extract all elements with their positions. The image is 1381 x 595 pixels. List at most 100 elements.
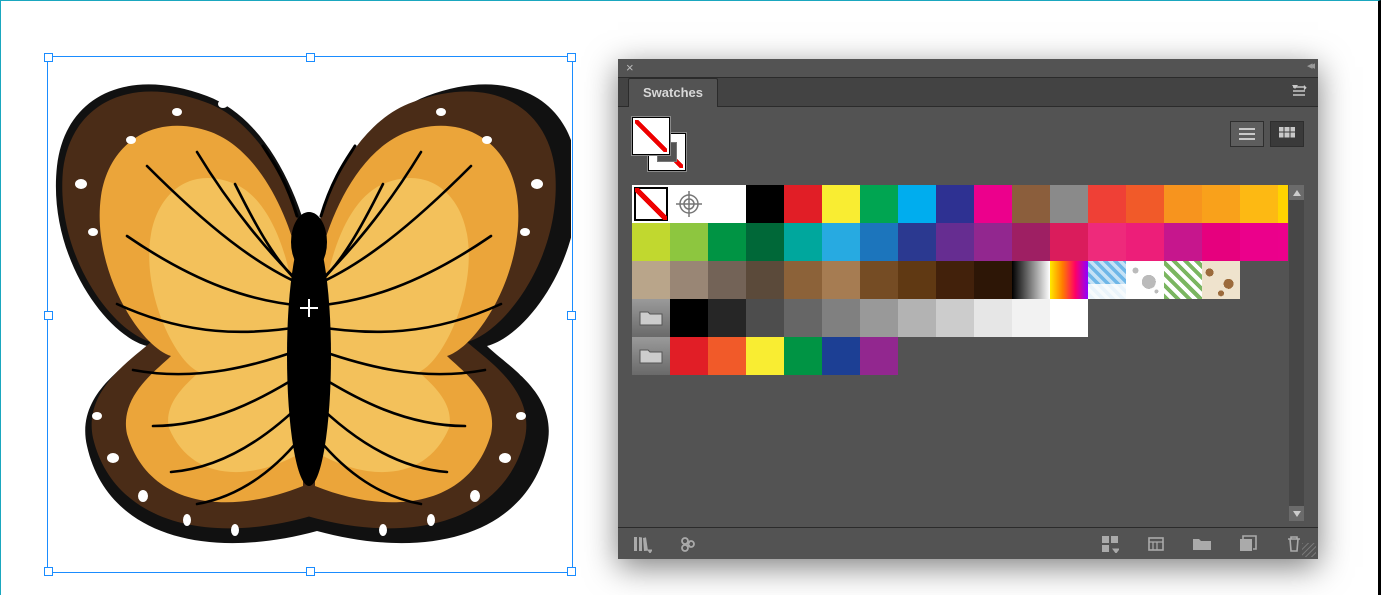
swatch[interactable] <box>860 223 898 261</box>
panel-resize-grip[interactable] <box>1302 543 1316 557</box>
swatch-none[interactable] <box>632 185 670 223</box>
swatch[interactable] <box>1202 185 1240 223</box>
swatch[interactable] <box>822 261 860 299</box>
new-swatch-icon[interactable] <box>1238 534 1258 554</box>
swatch[interactable] <box>784 185 822 223</box>
list-view-button[interactable] <box>1230 121 1264 147</box>
tab-swatches[interactable]: Swatches <box>628 78 718 107</box>
swatch[interactable] <box>1164 185 1202 223</box>
swatch[interactable] <box>822 299 860 337</box>
swatch[interactable] <box>974 299 1012 337</box>
swatch[interactable] <box>1012 223 1050 261</box>
swatch[interactable] <box>898 299 936 337</box>
swatch[interactable] <box>1012 185 1050 223</box>
swatch-libraries-menu-icon[interactable] <box>632 534 652 554</box>
swatch[interactable] <box>974 261 1012 299</box>
swatch[interactable] <box>708 337 746 375</box>
swatch[interactable] <box>632 223 670 261</box>
swatch[interactable] <box>746 337 784 375</box>
swatch[interactable] <box>974 223 1012 261</box>
swatch[interactable] <box>936 261 974 299</box>
delete-swatch-icon[interactable] <box>1284 534 1304 554</box>
swatch[interactable] <box>784 299 822 337</box>
show-swatch-kinds-icon[interactable] <box>678 534 698 554</box>
collapse-icon[interactable]: ◂◂ <box>1307 59 1312 72</box>
swatch[interactable] <box>708 299 746 337</box>
resize-handle-mr[interactable] <box>567 311 576 320</box>
swatch[interactable] <box>822 337 860 375</box>
swatch[interactable] <box>784 337 822 375</box>
resize-handle-ml[interactable] <box>44 311 53 320</box>
resize-handle-tm[interactable] <box>306 53 315 62</box>
swatch[interactable] <box>746 299 784 337</box>
swatch[interactable] <box>784 261 822 299</box>
swatch[interactable] <box>1202 223 1240 261</box>
swatch-group-folder[interactable] <box>632 299 670 337</box>
swatch[interactable] <box>1050 185 1088 223</box>
swatch-registration[interactable] <box>670 185 708 223</box>
swatch[interactable] <box>1240 185 1278 223</box>
swatch[interactable] <box>974 185 1012 223</box>
swatch[interactable] <box>1278 223 1288 261</box>
swatch[interactable] <box>670 261 708 299</box>
swatch[interactable] <box>670 223 708 261</box>
swatch-pattern-dots[interactable] <box>1126 261 1164 299</box>
swatch[interactable] <box>1126 185 1164 223</box>
swatch[interactable] <box>1278 185 1288 223</box>
scrollbar[interactable] <box>1289 185 1304 521</box>
swatch[interactable] <box>746 223 784 261</box>
swatch[interactable] <box>936 223 974 261</box>
swatch[interactable] <box>708 185 746 223</box>
panel-menu-icon[interactable] <box>1292 84 1310 101</box>
fill-stroke-indicator[interactable] <box>632 117 686 171</box>
swatch[interactable] <box>1050 223 1088 261</box>
swatch[interactable] <box>746 261 784 299</box>
swatch[interactable] <box>1012 299 1050 337</box>
artboard[interactable]: × ◂◂ Swatches <box>1 1 1378 595</box>
swatch[interactable] <box>936 185 974 223</box>
swatch[interactable] <box>822 185 860 223</box>
swatch[interactable] <box>860 185 898 223</box>
swatch-pattern-1[interactable] <box>1164 261 1202 299</box>
resize-handle-bl[interactable] <box>44 567 53 576</box>
swatch[interactable] <box>898 223 936 261</box>
swatch[interactable] <box>1240 223 1278 261</box>
swatch[interactable] <box>822 223 860 261</box>
resize-handle-bm[interactable] <box>306 567 315 576</box>
fill-swatch[interactable] <box>632 117 670 155</box>
swatch[interactable] <box>708 223 746 261</box>
resize-handle-tr[interactable] <box>567 53 576 62</box>
swatch[interactable] <box>936 299 974 337</box>
swatch-gradient-sky[interactable] <box>1088 261 1126 299</box>
swatch[interactable] <box>860 299 898 337</box>
swatch[interactable] <box>670 299 708 337</box>
swatch[interactable] <box>708 261 746 299</box>
swatch[interactable] <box>632 261 670 299</box>
new-folder-icon[interactable] <box>1192 534 1212 554</box>
close-icon[interactable]: × <box>626 60 634 75</box>
selected-artwork[interactable] <box>47 56 571 571</box>
swatch[interactable] <box>746 185 784 223</box>
swatch-pattern-2[interactable] <box>1202 261 1240 299</box>
swatch[interactable] <box>670 337 708 375</box>
scroll-down-icon[interactable] <box>1289 506 1304 521</box>
grid-view-button[interactable] <box>1270 121 1304 147</box>
scroll-up-icon[interactable] <box>1289 185 1304 200</box>
swatch[interactable] <box>1050 299 1088 337</box>
swatch[interactable] <box>1126 223 1164 261</box>
swatch[interactable] <box>784 223 822 261</box>
swatch[interactable] <box>860 337 898 375</box>
resize-handle-br[interactable] <box>567 567 576 576</box>
swatch-gradient-bw[interactable] <box>1012 261 1050 299</box>
swatch[interactable] <box>1088 185 1126 223</box>
swatch[interactable] <box>1088 223 1126 261</box>
resize-handle-tl[interactable] <box>44 53 53 62</box>
scroll-track[interactable] <box>1289 200 1304 506</box>
swatch-group-folder[interactable] <box>632 337 670 375</box>
swatch-options-icon[interactable] <box>1100 534 1120 554</box>
new-color-group-icon[interactable] <box>1146 534 1166 554</box>
swatch[interactable] <box>860 261 898 299</box>
swatch-gradient-spectrum[interactable] <box>1050 261 1088 299</box>
swatch[interactable] <box>1164 223 1202 261</box>
swatch[interactable] <box>898 261 936 299</box>
